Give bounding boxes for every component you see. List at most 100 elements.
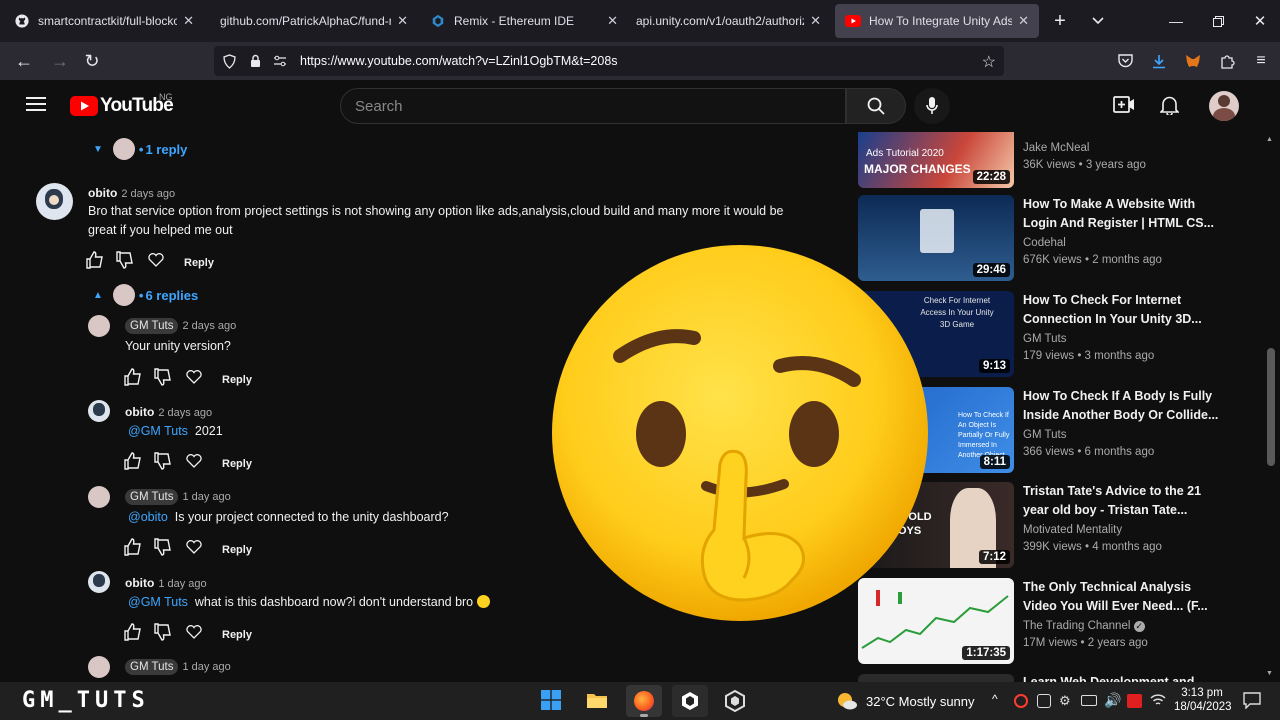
dislike-icon[interactable] [154,538,172,561]
video-title[interactable]: How To Check For Internet Connection In Y… [1023,291,1223,329]
video-title[interactable]: How To Check If A Body Is Fully Inside An… [1023,387,1223,425]
download-icon[interactable] [1147,49,1171,73]
search-button[interactable] [846,88,906,124]
weather-text[interactable]: 32°C Mostly sunny [866,694,975,709]
close-icon[interactable]: ✕ [183,13,194,29]
video-channel[interactable]: GM Tuts [1023,333,1066,345]
reply-author[interactable]: obito [125,576,154,590]
restore-icon[interactable] [1206,9,1230,33]
dislike-icon[interactable] [154,623,172,646]
menu-icon[interactable]: ≡ [1249,49,1273,73]
pocket-icon[interactable] [1113,49,1137,73]
hamburger-icon[interactable] [26,96,46,117]
reply-button[interactable]: Reply [222,544,252,556]
like-icon[interactable] [124,623,142,646]
heart-icon[interactable] [186,370,202,389]
url-bar[interactable]: https://www.youtube.com/watch?v=LZinl1Og… [214,46,1004,76]
windows-start-icon[interactable] [541,690,561,715]
reply-time[interactable]: 1 day ago [182,661,230,673]
firefox-taskbar-button[interactable] [626,685,662,717]
show-hidden-icons-icon[interactable]: ^ [992,692,998,706]
reply-time[interactable]: 2 days ago [182,320,236,332]
forward-icon[interactable]: → [48,49,72,73]
battery-icon[interactable] [1081,695,1097,706]
reply-button[interactable]: Reply [184,257,214,269]
video-title[interactable]: The Only Technical Analysis Video You Wil… [1023,578,1223,616]
video-thumbnail[interactable] [858,674,1014,682]
replies-toggle[interactable]: ▲ • 6 replies [93,284,198,306]
tray-red-icon[interactable] [1127,694,1142,708]
dislike-icon[interactable] [154,368,172,391]
close-icon[interactable]: ✕ [1018,13,1029,29]
mention-link[interactable]: @GM Tuts [128,424,188,438]
star-icon[interactable]: ☆ [982,52,996,72]
close-icon[interactable]: ✕ [810,13,821,29]
video-title[interactable]: Learn Web Development and [1023,673,1223,682]
creator-badge[interactable]: GM Tuts [125,318,179,334]
mention-link[interactable]: @GM Tuts [128,595,188,609]
unity-taskbar-button[interactable] [672,685,708,717]
video-channel[interactable]: Jake McNeal [1023,142,1089,154]
heart-icon[interactable] [148,253,164,272]
chevron-down-icon[interactable] [1086,9,1110,33]
extensions-icon[interactable] [1215,49,1239,73]
video-channel[interactable]: GM Tuts [1023,429,1066,441]
comment-author[interactable]: obito [88,186,117,200]
video-title[interactable]: Tristan Tate's Advice to the 21 year old … [1023,482,1223,520]
video-channel[interactable]: Motivated Mentality [1023,524,1122,536]
browser-tab[interactable]: smartcontractkit/full-blockcha ✕ [4,4,204,38]
creator-badge[interactable]: GM Tuts [125,489,179,505]
mention-link[interactable]: @obito [128,510,168,524]
record-icon[interactable] [1014,694,1028,708]
scroll-down-icon[interactable]: ▼ [1266,670,1273,677]
reply-author[interactable]: obito [125,405,154,419]
heart-icon[interactable] [186,454,202,473]
unity-hub-icon[interactable] [724,689,746,717]
reply-time[interactable]: 1 day ago [182,491,230,503]
heart-icon[interactable] [186,625,202,644]
like-icon[interactable] [86,251,104,274]
scrollbar-thumb[interactable] [1267,348,1275,466]
video-channel[interactable]: The Trading Channel ✓ [1023,620,1145,632]
back-icon[interactable]: ← [12,49,36,73]
browser-tab[interactable]: Remix - Ethereum IDE ✕ [420,4,628,38]
search-input[interactable]: Search [340,88,846,124]
video-channel[interactable]: Codehal [1023,237,1066,249]
youtube-logo[interactable]: YouTube [70,95,174,117]
reload-icon[interactable]: ↻ [80,49,104,73]
voice-search-button[interactable] [914,88,950,124]
browser-tab[interactable]: github.com/PatrickAlphaC/fund-m ✕ [210,4,418,38]
scroll-up-icon[interactable]: ▲ [1266,136,1273,143]
comment-time[interactable]: 2 days ago [121,188,175,200]
notification-center-icon[interactable] [1243,692,1261,714]
browser-tab-active[interactable]: How To Integrate Unity Ads In ✕ [835,4,1039,38]
like-icon[interactable] [124,452,142,475]
like-icon[interactable] [124,538,142,561]
account-avatar[interactable] [1209,91,1239,121]
creator-badge[interactable]: GM Tuts [125,659,179,675]
close-window-icon[interactable]: ✕ [1248,9,1272,33]
browser-tab[interactable]: api.unity.com/v1/oauth2/authoriz ✕ [626,4,831,38]
metamask-icon[interactable] [1181,49,1205,73]
tray-app-icon[interactable] [1037,694,1051,708]
dislike-icon[interactable] [116,251,134,274]
video-title[interactable]: How To Make A Website With Login And Regi… [1023,195,1223,233]
reply-button[interactable]: Reply [222,629,252,641]
reply-button[interactable]: Reply [222,458,252,470]
notifications-bell-icon[interactable] [1159,95,1180,120]
reply-button[interactable]: Reply [222,374,252,386]
replies-toggle[interactable]: ▼ • 1 reply [93,138,187,160]
new-tab-icon[interactable]: + [1048,9,1072,33]
network-share-icon[interactable]: ⚙ [1059,693,1071,709]
close-icon[interactable]: ✕ [607,13,618,29]
heart-icon[interactable] [186,540,202,559]
reply-time[interactable]: 2 days ago [158,407,212,419]
clock[interactable]: 3:13 pm 18/04/2023 [1174,686,1232,714]
speaker-icon[interactable]: 🔊 [1104,692,1121,709]
create-video-icon[interactable] [1113,96,1135,118]
file-explorer-icon[interactable] [586,691,608,714]
like-icon[interactable] [124,368,142,391]
permissions-icon[interactable] [266,55,294,67]
video-thumbnail[interactable]: Ads Tutorial 2020 MAJOR CHANGES 22:28 [858,132,1014,188]
minimize-icon[interactable]: — [1164,9,1188,33]
